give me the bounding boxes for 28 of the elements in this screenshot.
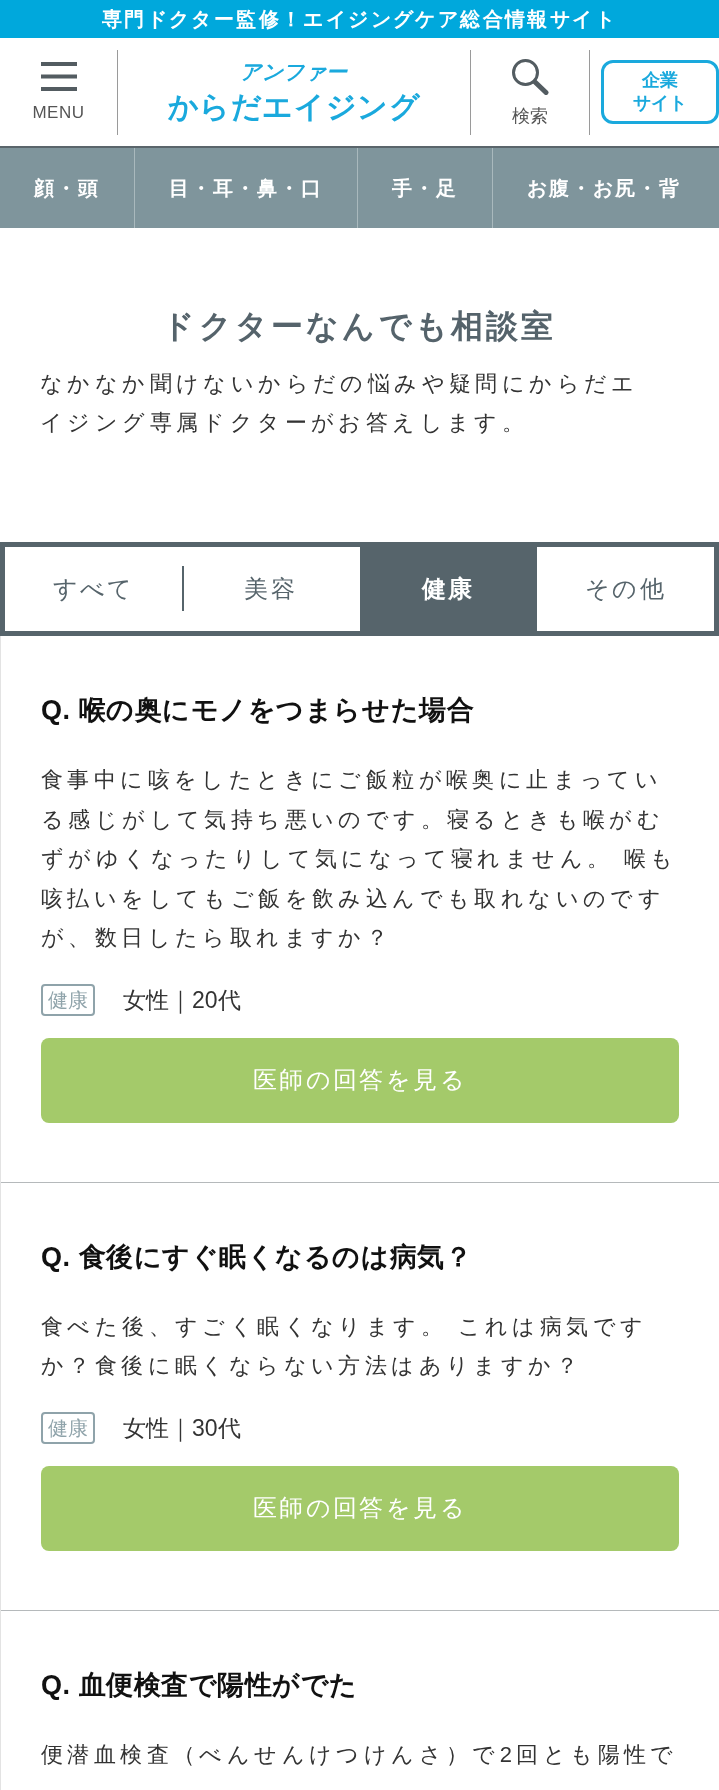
question-text: 食事中に咳をしたときにご飯粒が喉奥に止まっている感じがして気持ち悪いのです。寝るときも喉がむずがゆくなったりして気になって寝れません。 喉も咳払いをしてもご飯を飲み込んでも取れないのですが、数日したら取れますか？ bbox=[41, 766, 679, 952]
site-logo[interactable]: アンファー からだエイジング bbox=[118, 38, 470, 146]
view-answer-button[interactable]: 医師の回答を見る bbox=[41, 1037, 679, 1123]
intro-text: なかなか聞けないからだの悩みや疑問にからだエイジング専属ドクターがお答えします。 bbox=[40, 370, 640, 437]
asker-info: 女性｜20代 bbox=[123, 985, 241, 1015]
question-title: Q. 喉の奥にモノをつまらせた場合 bbox=[41, 694, 476, 727]
question-title: Q. 食後にすぐ眠くなるのは病気？ bbox=[41, 1240, 474, 1274]
filter-tab[interactable]: 美容 bbox=[182, 547, 360, 631]
category-tag: 健康 bbox=[41, 983, 95, 1016]
view-answer-button[interactable]: 医師の回答を見る bbox=[41, 1465, 679, 1551]
category-nav-item[interactable]: 目・耳・鼻・口 bbox=[135, 148, 358, 228]
corporate-site-button[interactable]: 企業 サイト bbox=[601, 60, 719, 124]
page-title: ドクターなんでも相談室 bbox=[161, 307, 558, 345]
question-text: 便潜血検査（べんせんけつけんさ）で2回とも陽性で bbox=[41, 1740, 679, 1769]
category-nav-item[interactable]: 手・足 bbox=[358, 148, 493, 228]
category-tag: 健康 bbox=[41, 1411, 95, 1444]
search-button[interactable]: 検索 bbox=[471, 38, 589, 146]
asker-info: 女性｜30代 bbox=[123, 1413, 241, 1443]
site-tagline-banner: 専門ドクター監修！エイジングケア総合情報サイト bbox=[0, 0, 719, 38]
search-icon bbox=[511, 57, 549, 95]
filter-tab[interactable]: すべて bbox=[5, 547, 183, 631]
question-text: 食べた後、すごく眠くなります。 これは病気ですか？食後に眠くならない方法はありますか？ bbox=[41, 1312, 649, 1380]
category-nav-item[interactable]: お腹・お尻・背 bbox=[493, 148, 715, 228]
filter-tab[interactable]: その他 bbox=[536, 547, 714, 631]
menu-button[interactable]: MENU bbox=[0, 38, 117, 146]
category-nav-item[interactable]: 顔・頭 bbox=[0, 148, 135, 228]
question-title: Q. 血便検査で陽性がでた bbox=[41, 1668, 360, 1702]
menu-icon bbox=[40, 61, 77, 91]
